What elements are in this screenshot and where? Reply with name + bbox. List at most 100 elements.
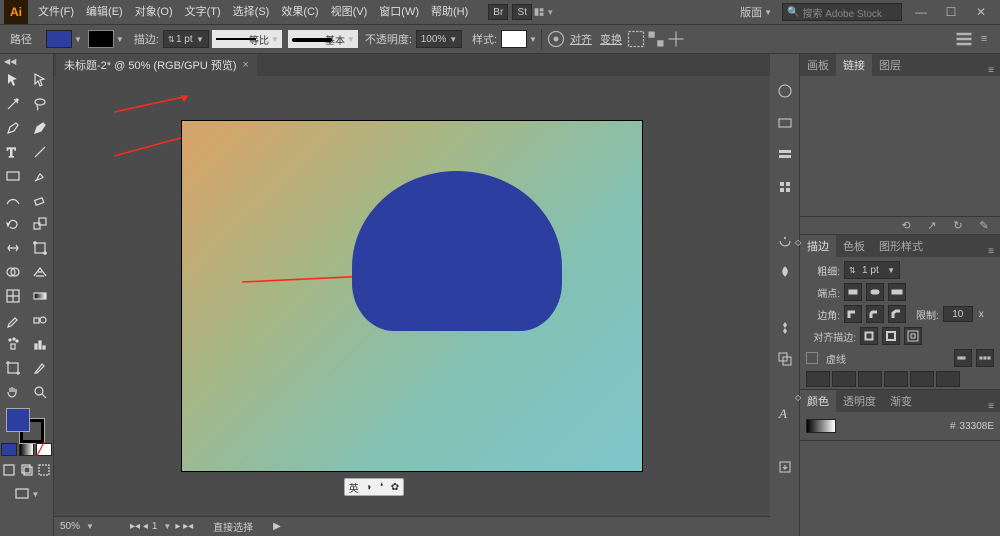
opacity-input[interactable]: 100%▼ <box>416 30 462 48</box>
window-minimize-button[interactable]: — <box>906 0 936 24</box>
mode-gradient[interactable] <box>19 443 35 456</box>
char-panel-icon[interactable] <box>774 230 796 252</box>
color-panel-menu-icon[interactable]: ≡ <box>982 401 1000 412</box>
pathfinder-panel-icon[interactable] <box>774 348 796 370</box>
align-label[interactable]: 对齐 <box>570 31 592 47</box>
link-edit-icon[interactable]: ✎ <box>974 216 994 236</box>
stroke-swatch[interactable] <box>88 30 114 48</box>
shape-builder-tool[interactable] <box>0 260 27 284</box>
isolate-icon[interactable] <box>626 29 646 49</box>
tab-swatches[interactable]: 色板 <box>836 235 872 257</box>
document-tab[interactable]: 未标题-2* @ 50% (RGB/GPU 预览) × <box>56 54 257 76</box>
direct-selection-tool[interactable] <box>27 68 54 92</box>
window-close-button[interactable]: ✕ <box>966 0 996 24</box>
paintbrush-tool[interactable] <box>27 164 54 188</box>
link-goto-icon[interactable]: ↗ <box>922 216 942 236</box>
link-update-icon[interactable]: ↻ <box>948 216 968 236</box>
fill-dropdown-icon[interactable]: ▼ <box>74 35 82 44</box>
menu-edit[interactable]: 编辑(E) <box>80 0 129 24</box>
scale-tool[interactable] <box>27 212 54 236</box>
zoom-tool[interactable] <box>27 380 54 404</box>
transform-label[interactable]: 变换 <box>600 31 622 47</box>
align-pixel-icon[interactable] <box>666 29 686 49</box>
fill-color-box[interactable] <box>6 408 30 432</box>
status-play-icon[interactable]: ▶ <box>273 521 281 532</box>
type-tool[interactable]: T <box>0 140 27 164</box>
gradient-tool[interactable] <box>27 284 54 308</box>
ctrlbar-menu-icon[interactable]: ≡ <box>974 29 994 49</box>
color-hex-value[interactable]: 33308E <box>960 421 994 432</box>
rotate-tool[interactable] <box>0 212 27 236</box>
draw-normal-icon[interactable] <box>0 458 18 482</box>
draw-behind-icon[interactable] <box>18 458 36 482</box>
menu-help[interactable]: 帮助(H) <box>425 0 474 24</box>
symbols-panel-icon[interactable] <box>774 176 796 198</box>
properties-panel-icon[interactable] <box>774 80 796 102</box>
close-tab-icon[interactable]: × <box>243 59 249 71</box>
workspace-switcher[interactable]: 版面▼ <box>734 4 778 20</box>
cap-round-button[interactable] <box>866 283 884 301</box>
join-bevel-button[interactable] <box>888 305 906 323</box>
blend-tool[interactable] <box>27 308 54 332</box>
artboard-tool[interactable] <box>0 356 27 380</box>
menu-file[interactable]: 文件(F) <box>32 0 80 24</box>
stock-button[interactable]: St <box>512 4 532 20</box>
magic-wand-tool[interactable] <box>0 92 27 116</box>
tab-color[interactable]: ◇颜色 <box>800 390 836 412</box>
align-panel-icon[interactable] <box>774 316 796 338</box>
menu-type[interactable]: 文字(T) <box>179 0 227 24</box>
tab-artboards[interactable]: 画板 <box>800 54 836 76</box>
tab-transparency[interactable]: 透明度 <box>836 390 883 412</box>
gap-input-2[interactable] <box>884 371 908 387</box>
dash-input-3[interactable] <box>910 371 934 387</box>
dash-checkbox[interactable] <box>806 352 818 364</box>
align-center-button[interactable] <box>860 327 878 345</box>
tab-graphic-styles[interactable]: 图形样式 <box>872 235 930 257</box>
selection-tool[interactable] <box>0 68 27 92</box>
fill-swatch[interactable] <box>46 30 72 48</box>
curvature-tool[interactable] <box>27 116 54 140</box>
canvas[interactable]: 英 ◗ ❛ ✿ <box>54 76 770 516</box>
join-round-button[interactable] <box>866 305 884 323</box>
brush-def-dropdown[interactable]: 基本 ▼ <box>288 30 358 48</box>
symbol-sprayer-tool[interactable] <box>0 332 27 356</box>
eyedropper-tool[interactable] <box>0 308 27 332</box>
stroke-weight-input[interactable]: ⇅1 pt▼ <box>163 30 209 48</box>
arrange-docs-icon[interactable]: ▼ <box>534 2 554 22</box>
fill-stroke-indicator[interactable] <box>0 404 53 442</box>
shaper-tool[interactable] <box>0 188 27 212</box>
export-panel-icon[interactable] <box>774 456 796 478</box>
artboard-nav[interactable]: ▸◂ ◂ 1 ▼ ▸ ▸◂ <box>130 521 193 532</box>
libraries-panel-icon[interactable] <box>774 112 796 134</box>
blue-shape[interactable] <box>352 171 562 331</box>
color-spectrum[interactable] <box>806 419 836 433</box>
select-similar-icon[interactable] <box>646 29 666 49</box>
menu-view[interactable]: 视图(V) <box>325 0 374 24</box>
menu-select[interactable]: 选择(S) <box>227 0 276 24</box>
miter-limit-input[interactable] <box>943 306 973 322</box>
align-inside-button[interactable] <box>882 327 900 345</box>
menu-effect[interactable]: 效果(C) <box>275 0 324 24</box>
perspective-grid-tool[interactable] <box>27 260 54 284</box>
brushes-panel-icon[interactable] <box>774 144 796 166</box>
toolbox-collapse-handle[interactable]: ◀◀ <box>0 54 53 68</box>
menu-object[interactable]: 对象(O) <box>129 0 179 24</box>
free-transform-tool[interactable] <box>27 236 54 260</box>
tab-stroke[interactable]: ◇描边 <box>800 235 836 257</box>
align-outside-button[interactable] <box>904 327 922 345</box>
link-relink-icon[interactable]: ⟲ <box>896 216 916 236</box>
slice-tool[interactable] <box>27 356 54 380</box>
stroke-profile-dropdown[interactable]: 等比 ▼ <box>212 30 282 48</box>
column-graph-tool[interactable] <box>27 332 54 356</box>
lasso-tool[interactable] <box>27 92 54 116</box>
zoom-dropdown[interactable]: 50% ▼ <box>60 519 110 535</box>
rectangle-tool[interactable] <box>0 164 27 188</box>
bridge-button[interactable]: Br <box>488 4 508 20</box>
panel-menu-icon[interactable]: ≡ <box>982 65 1000 76</box>
hand-tool[interactable] <box>0 380 27 404</box>
dash-preserve-button[interactable] <box>954 349 972 367</box>
tab-gradient[interactable]: 渐变 <box>883 390 919 412</box>
mesh-tool[interactable] <box>0 284 27 308</box>
ctrlbar-settings-icon[interactable] <box>954 29 974 49</box>
screen-mode-button[interactable]: ▼ <box>0 482 53 506</box>
